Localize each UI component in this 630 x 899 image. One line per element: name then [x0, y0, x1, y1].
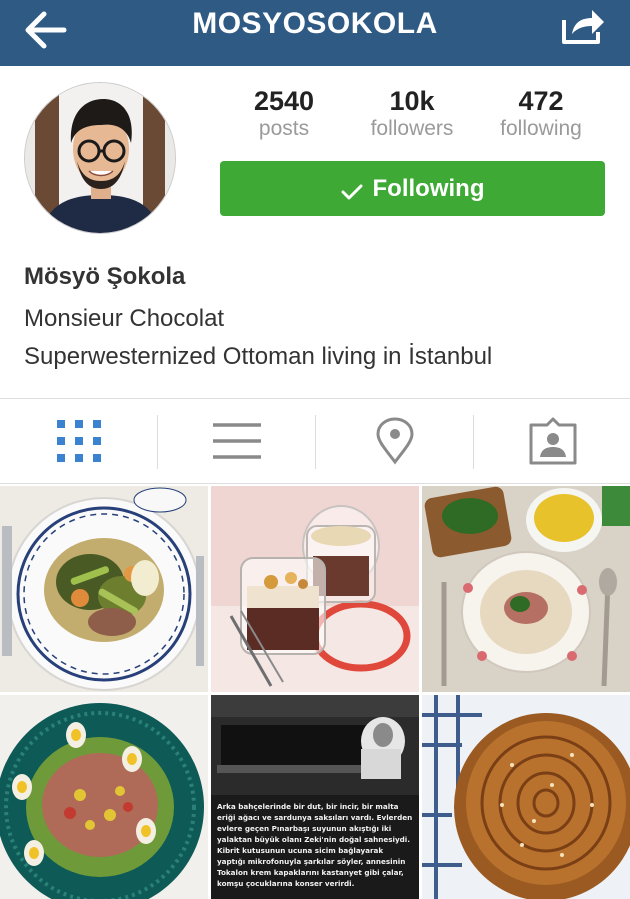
checkmark-icon [341, 180, 363, 199]
post-thumbnail[interactable] [0, 486, 208, 692]
profile-name: Mösyö Şokola [24, 263, 186, 290]
page-title: MOSYOSOKOLA [192, 7, 438, 40]
top-bar: MOSYOSOKOLA [0, 0, 630, 66]
food-photo-jar-desserts [211, 486, 419, 692]
food-photo-borek-pastry [422, 695, 630, 899]
followers-stat[interactable]: 10k followers [348, 86, 476, 142]
post-thumbnail[interactable]: Arka bahçelerinde bir dut, bir incir, bi… [211, 695, 419, 899]
posts-count: 2540 [253, 86, 315, 116]
tab-tagged[interactable] [474, 399, 630, 483]
location-pin-icon [376, 417, 414, 465]
food-photo-egg-salad [0, 695, 208, 899]
posts-stat[interactable]: 2540 posts [220, 86, 348, 142]
tab-grid[interactable] [0, 399, 158, 483]
following-label: following [500, 117, 582, 140]
share-icon[interactable] [560, 6, 608, 46]
post-thumbnail[interactable] [211, 486, 419, 692]
following-button-label: Following [372, 174, 485, 202]
list-icon [213, 423, 261, 459]
profile-header: 2540 posts 10k followers 472 following F… [0, 66, 630, 398]
photo-with-caption [211, 695, 419, 795]
profile-photo [25, 83, 175, 233]
tagged-person-icon [529, 417, 577, 465]
grid-icon [57, 420, 101, 462]
profile-bio: Mösyö Şokola Monsieur Chocolat Superwest… [24, 262, 614, 376]
avatar[interactable] [24, 82, 176, 234]
post-thumbnail[interactable] [422, 486, 630, 692]
posts-label: posts [258, 117, 310, 140]
profile-bio-text: Superwesternized Ottoman living in İstan… [24, 343, 493, 370]
following-count: 472 [518, 86, 564, 116]
food-photo-vegetable-stew [0, 486, 208, 692]
profile-subtitle: Monsieur Chocolat [24, 305, 225, 332]
following-button[interactable]: Following [220, 161, 605, 216]
following-stat[interactable]: 472 following [477, 86, 605, 142]
post-thumbnail[interactable] [422, 695, 630, 899]
profile-stats: 2540 posts 10k followers 472 following [220, 86, 606, 146]
view-tabs [0, 398, 630, 484]
followers-count: 10k [389, 86, 435, 116]
tab-map[interactable] [316, 399, 474, 483]
tab-list[interactable] [158, 399, 316, 483]
post-caption: Arka bahçelerinde bir dut, bir incir, bi… [217, 802, 413, 888]
post-grid: Arka bahçelerinde bir dut, bir incir, bi… [0, 486, 630, 899]
followers-label: followers [370, 117, 454, 140]
post-thumbnail[interactable] [0, 695, 208, 899]
food-photo-soup-with-rice [422, 486, 630, 692]
